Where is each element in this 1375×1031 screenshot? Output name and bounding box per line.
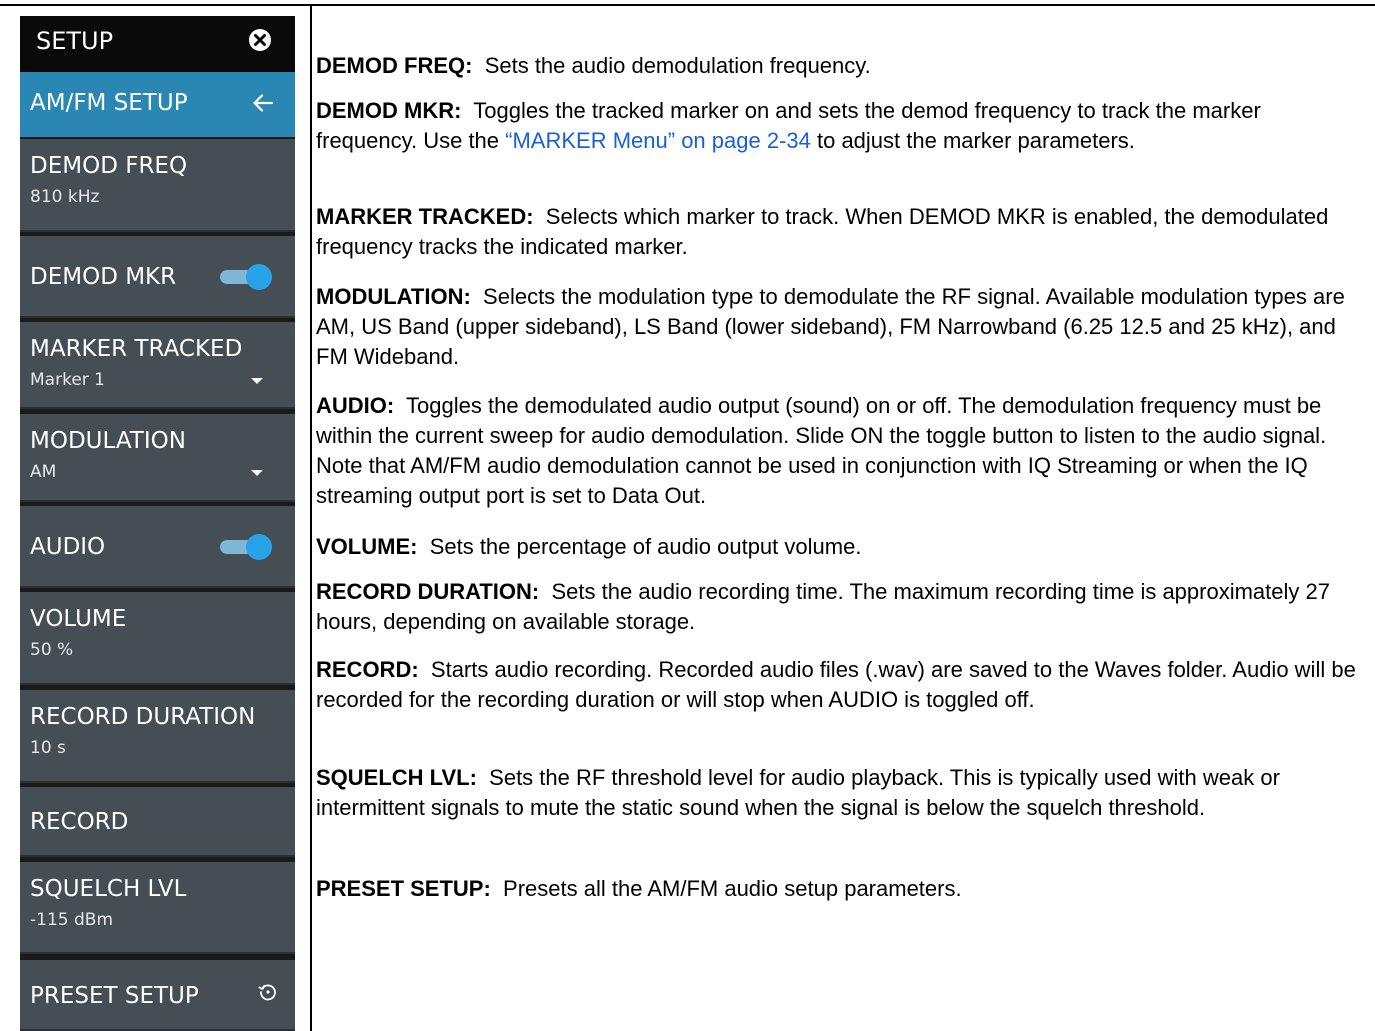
desc-preset-setup: PRESET SETUP: Presets all the AM/FM audi… <box>316 874 1366 904</box>
desc-term: PRESET SETUP: <box>316 876 491 901</box>
record-duration-button[interactable]: RECORD DURATION 10 s <box>20 690 295 783</box>
desc-term: DEMOD MKR: <box>316 98 462 123</box>
close-icon[interactable] <box>248 28 272 52</box>
desc-term: MODULATION: <box>316 284 471 309</box>
desc-audio: AUDIO: Toggles the demodulated audio out… <box>316 391 1366 511</box>
demod-mkr-button[interactable]: DEMOD MKR <box>20 236 295 318</box>
dropdown-icon <box>251 378 263 384</box>
desc-modulation: MODULATION: Selects the modulation type … <box>316 282 1366 372</box>
volume-button[interactable]: VOLUME 50 % <box>20 592 295 685</box>
desc-term: AUDIO: <box>316 393 395 418</box>
dropdown-icon <box>251 470 263 476</box>
demod-freq-value: 810 kHz <box>30 187 100 207</box>
submenu-header-am-fm-setup[interactable]: AM/FM SETUP <box>20 72 295 137</box>
marker-tracked-label: MARKER TRACKED <box>30 336 243 362</box>
marker-menu-link[interactable]: “MARKER Menu” on page 2-34 <box>505 128 811 153</box>
desc-text: Starts audio recording. Recorded audio f… <box>316 657 1356 712</box>
squelch-lvl-value: -115 dBm <box>30 910 113 930</box>
desc-term: RECORD: <box>316 657 419 682</box>
desc-text: Toggles the demodulated audio output (so… <box>316 393 1327 508</box>
column-divider <box>310 4 312 1031</box>
modulation-value: AM <box>30 462 57 482</box>
toggle-knob <box>246 534 272 560</box>
menu-title: SETUP <box>36 27 114 55</box>
desc-demod-mkr: DEMOD MKR: Toggles the tracked marker on… <box>316 96 1366 156</box>
desc-volume: VOLUME: Sets the percentage of audio out… <box>316 532 1366 562</box>
desc-term: SQUELCH LVL: <box>316 765 477 790</box>
desc-squelch-lvl: SQUELCH LVL: Sets the RF threshold level… <box>316 763 1366 823</box>
reset-icon <box>258 984 276 1001</box>
desc-text: to adjust the marker parameters. <box>816 128 1135 153</box>
desc-term: DEMOD FREQ: <box>316 53 473 78</box>
record-duration-label: RECORD DURATION <box>30 704 256 730</box>
desc-text: Presets all the AM/FM audio setup parame… <box>503 876 962 901</box>
desc-text: Sets the audio demodulation frequency. <box>484 53 871 78</box>
record-button[interactable]: RECORD <box>20 787 295 857</box>
desc-demod-freq: DEMOD FREQ: Sets the audio demodulation … <box>316 51 1366 81</box>
marker-tracked-dropdown[interactable]: MARKER TRACKED Marker 1 <box>20 322 295 409</box>
desc-term: VOLUME: <box>316 534 418 559</box>
desc-marker-tracked: MARKER TRACKED: Selects which marker to … <box>316 202 1366 262</box>
desc-term: MARKER TRACKED: <box>316 204 534 229</box>
setup-menu-panel: SETUP AM/FM SETUP DEMOD FREQ 810 kHz DEM… <box>20 16 295 1031</box>
audio-toggle[interactable] <box>220 534 272 560</box>
record-label: RECORD <box>30 809 129 835</box>
volume-label: VOLUME <box>30 606 127 632</box>
marker-tracked-value: Marker 1 <box>30 370 105 390</box>
modulation-label: MODULATION <box>30 428 186 454</box>
menu-header: SETUP <box>20 16 295 72</box>
record-duration-value: 10 s <box>30 738 66 758</box>
submenu-title: AM/FM SETUP <box>30 90 188 116</box>
demod-mkr-toggle[interactable] <box>220 264 272 290</box>
desc-term: RECORD DURATION: <box>316 579 540 604</box>
preset-setup-button[interactable]: PRESET SETUP <box>20 960 295 1031</box>
demod-freq-label: DEMOD FREQ <box>30 153 188 179</box>
demod-mkr-label: DEMOD MKR <box>30 264 177 290</box>
demod-freq-button[interactable]: DEMOD FREQ 810 kHz <box>20 139 295 232</box>
toggle-knob <box>246 264 272 290</box>
top-rule <box>0 4 1375 6</box>
volume-value: 50 % <box>30 640 74 660</box>
back-arrow-icon[interactable] <box>252 92 274 114</box>
modulation-dropdown[interactable]: MODULATION AM <box>20 414 295 502</box>
desc-record-duration: RECORD DURATION: Sets the audio recordin… <box>316 577 1366 637</box>
squelch-lvl-label: SQUELCH LVL <box>30 876 187 902</box>
desc-record: RECORD: Starts audio recording. Recorded… <box>316 655 1366 715</box>
desc-text: Sets the percentage of audio output volu… <box>429 534 862 559</box>
desc-text: Selects the modulation type to demodulat… <box>316 284 1345 369</box>
audio-label: AUDIO <box>30 534 106 560</box>
preset-setup-label: PRESET SETUP <box>30 982 199 1009</box>
squelch-lvl-button[interactable]: SQUELCH LVL -115 dBm <box>20 862 295 954</box>
audio-button[interactable]: AUDIO <box>20 506 295 588</box>
